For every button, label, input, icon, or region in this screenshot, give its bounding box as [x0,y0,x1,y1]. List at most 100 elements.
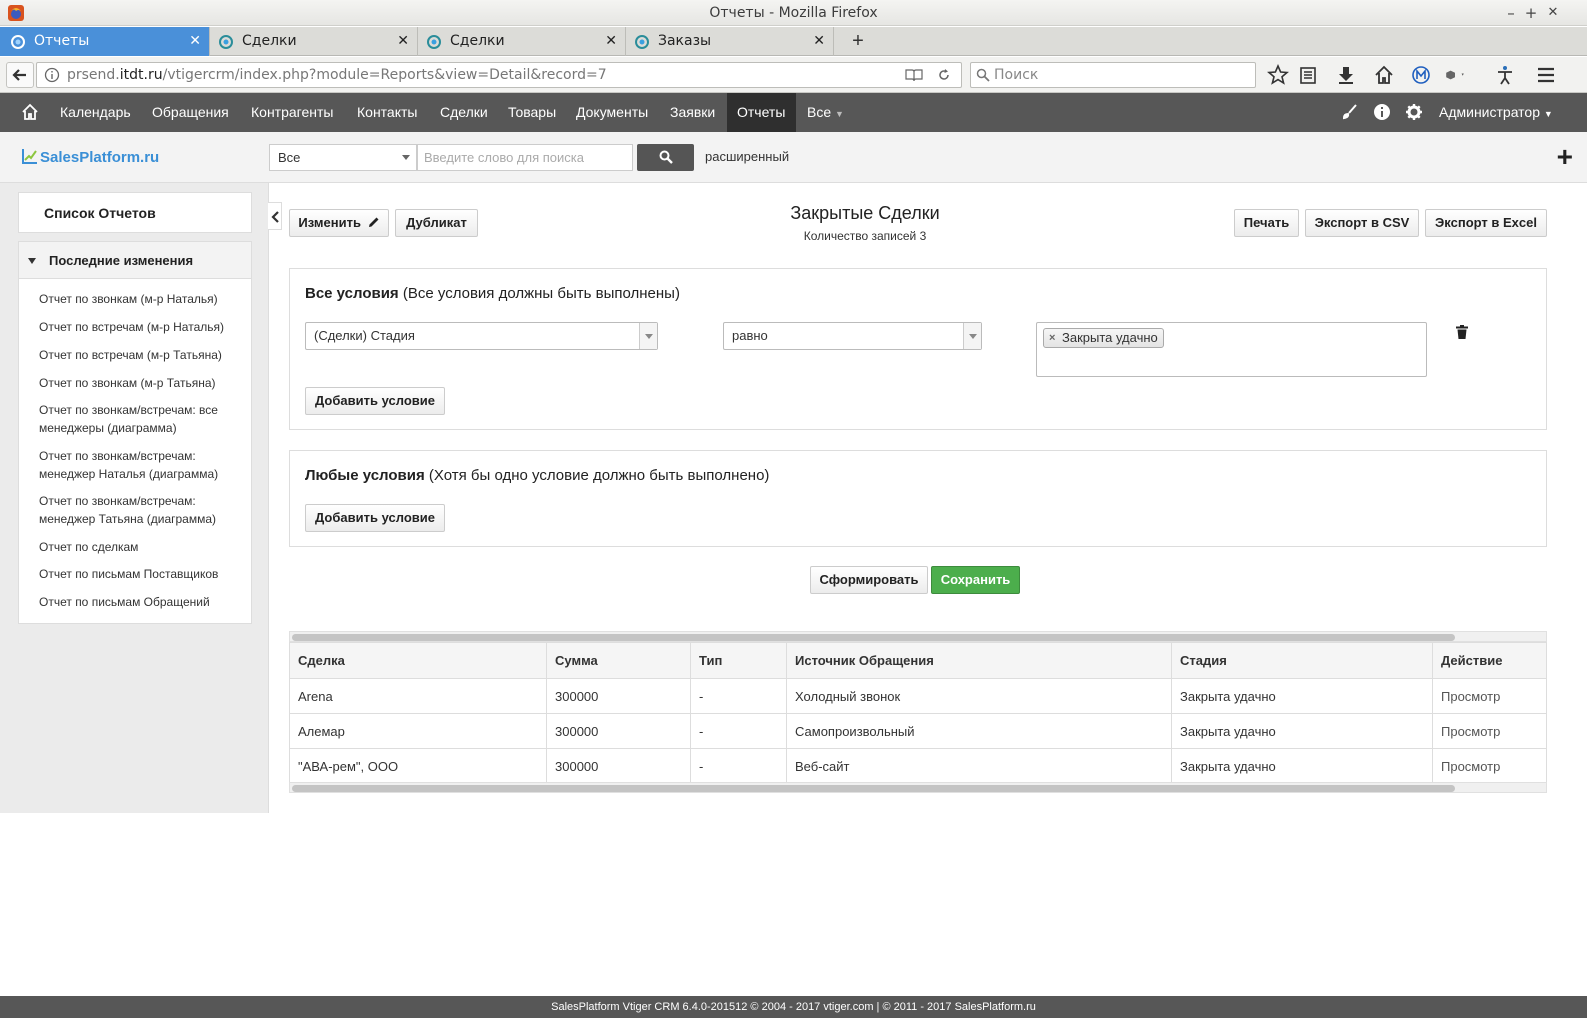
menu-contacts[interactable]: Контакты [347,93,427,132]
brush-icon[interactable] [1341,103,1359,121]
collapse-triangle-icon [28,258,36,264]
home-icon[interactable] [21,103,39,121]
table-cell: Arena [289,678,547,714]
sidebar-report-link[interactable]: Отчет по звонкам/встречам: менеджер Тать… [39,492,244,528]
firefox-icon [8,5,24,21]
view-link[interactable]: Просмотр [1432,678,1547,714]
export-csv-button[interactable]: Экспорт в CSV [1305,209,1419,237]
reader-view-icon[interactable] [905,68,923,82]
menu-leads[interactable]: Заявки [660,93,725,132]
sidebar-report-link[interactable]: Отчет по звонкам/встречам: менеджер Ната… [39,447,244,483]
table-header-row: Сделка Сумма Тип Источник Обращения Стад… [289,642,1547,679]
menu-tickets[interactable]: Обращения [142,93,239,132]
sidebar-collapse-button[interactable] [268,202,282,230]
remove-chip-icon[interactable]: × [1049,329,1055,347]
condition-operator-select[interactable]: равно [723,322,982,350]
tab-close-button[interactable]: ✕ [397,27,409,56]
extension-icon[interactable] [1444,64,1466,86]
sidebar: Список Отчетов Последние изменения Отчет… [0,183,269,813]
all-conditions-panel: Все условия (Все условия должны быть вып… [289,268,1547,430]
condition-field-select[interactable]: (Сделки) Стадия [305,322,658,350]
browser-search-input[interactable]: Поиск [970,62,1256,88]
add-condition-all-button[interactable]: Добавить условие [305,387,445,415]
column-header[interactable]: Источник Обращения [786,642,1172,679]
home-icon[interactable] [1373,64,1395,86]
sidebar-report-link[interactable]: Отчет по звонкам (м-р Наталья) [39,290,244,308]
advanced-search-link[interactable]: расширенный [705,149,789,164]
tab-close-button[interactable]: ✕ [813,27,825,56]
menu-calendar[interactable]: Календарь [50,93,141,132]
bookmark-star-icon[interactable] [1267,64,1289,86]
accessibility-icon[interactable] [1494,64,1516,86]
close-window-button[interactable]: ✕ [1543,0,1563,26]
view-link[interactable]: Просмотр [1432,748,1547,784]
table-cell: Алемар [289,713,547,749]
sidebar-report-link[interactable]: Отчет по сделкам [39,538,244,556]
tab-label: Заказы [658,33,712,49]
save-report-button[interactable]: Сохранить [931,566,1020,594]
reload-icon[interactable] [937,68,951,82]
menu-products[interactable]: Товары [498,93,566,132]
scrollbar-thumb[interactable] [292,785,1455,792]
menu-accounts[interactable]: Контрагенты [241,93,343,132]
column-header[interactable]: Тип [690,642,787,679]
report-results-table: Сделка Сумма Тип Источник Обращения Стад… [289,642,1547,784]
menu-reports[interactable]: Отчеты [727,93,796,132]
mail-ru-icon[interactable] [1410,64,1432,86]
record-count: Количество записей 3 [803,229,927,243]
duplicate-report-button[interactable]: Дубликат [395,209,478,237]
chevron-left-icon [271,211,279,223]
edit-report-button[interactable]: Изменить [289,209,389,237]
sidebar-report-link[interactable]: Отчет по звонкам/встречам: все менеджеры… [39,401,244,437]
crm-search-input[interactable]: Введите слово для поиска [417,144,633,171]
table-cell: - [690,678,787,714]
sidebar-report-link[interactable]: Отчет по письмам Поставщиков [39,565,244,583]
print-button[interactable]: Печать [1234,209,1299,237]
tab-deals-1[interactable]: Сделки ✕ [208,27,418,56]
view-link[interactable]: Просмотр [1432,713,1547,749]
downloads-icon[interactable] [1335,64,1357,86]
minimize-button[interactable]: – [1501,0,1521,26]
info-icon[interactable] [1373,103,1391,121]
search-button[interactable] [637,144,694,171]
sidebar-report-link[interactable]: Отчет по встречам (м-р Наталья) [39,318,244,336]
column-header[interactable]: Сумма [546,642,691,679]
menu-all[interactable]: Все ▼ [797,93,854,132]
user-menu[interactable]: Администратор ▼ [1429,93,1563,132]
back-button[interactable] [6,62,34,88]
add-condition-any-button[interactable]: Добавить условие [305,504,445,532]
sidebar-report-link[interactable]: Отчет по звонкам (м-р Татьяна) [39,374,244,392]
sidebar-report-link[interactable]: Отчет по письмам Обращений [39,593,244,611]
quick-create-button[interactable]: + [1557,143,1573,171]
info-icon[interactable] [44,67,60,83]
menu-deals[interactable]: Сделки [430,93,498,132]
new-tab-button[interactable]: + [846,27,870,56]
tab-close-button[interactable]: ✕ [605,27,617,56]
search-scope-select[interactable]: Все [269,144,417,171]
table-top-scrollbar[interactable] [289,631,1547,642]
maximize-button[interactable]: + [1521,0,1541,26]
tab-deals-2[interactable]: Сделки ✕ [416,27,626,56]
tab-reports[interactable]: Отчеты ✕ [0,27,210,56]
generate-report-button[interactable]: Сформировать [810,566,928,594]
tab-orders[interactable]: Заказы ✕ [624,27,834,56]
column-header[interactable]: Стадия [1171,642,1433,679]
tab-close-button[interactable]: ✕ [189,27,201,56]
column-header[interactable]: Сделка [289,642,547,679]
trash-icon[interactable] [1456,325,1468,339]
gear-icon[interactable] [1405,103,1423,121]
sidebar-report-link[interactable]: Отчет по встречам (м-р Татьяна) [39,346,244,364]
recent-changes-header[interactable]: Последние изменения [19,242,251,279]
scrollbar-thumb[interactable] [292,634,1455,641]
condition-value-multiselect[interactable]: × Закрыта удачно [1036,322,1427,377]
table-bottom-scrollbar[interactable] [289,782,1547,793]
url-bar[interactable]: prsend.itdt.ru/vtigercrm/index.php?modul… [36,62,962,88]
salesplatform-logo[interactable]: SalesPlatform.ru [22,148,159,166]
menu-documents[interactable]: Документы [566,93,658,132]
hamburger-menu-icon[interactable] [1535,64,1557,86]
bookmarks-list-icon[interactable] [1297,64,1319,86]
column-header[interactable]: Действие [1432,642,1547,679]
any-conditions-panel: Любые условия (Хотя бы одно условие долж… [289,450,1547,547]
export-excel-button[interactable]: Экспорт в Excel [1425,209,1547,237]
tab-label: Отчеты [34,33,90,49]
